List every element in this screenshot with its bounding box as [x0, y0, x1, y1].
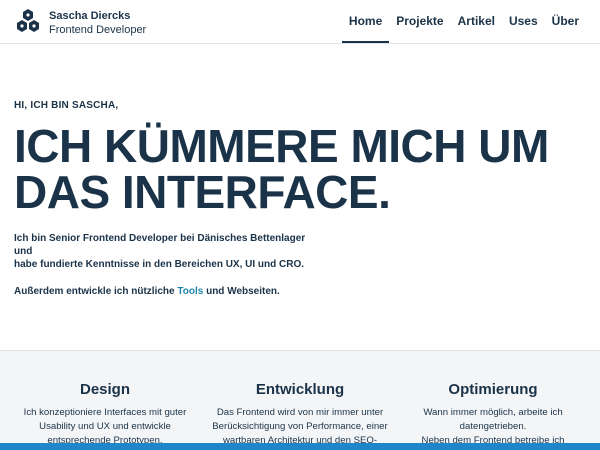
service-title: Design: [79, 381, 130, 398]
nav-item-projekte[interactable]: Projekte: [389, 0, 450, 44]
brand-text: Sascha Diercks Frontend Developer: [49, 8, 146, 37]
hero-intro-line-2: habe fundierte Kenntnisse in den Bereich…: [14, 259, 305, 270]
services-section: Design Ich konzeptioniere Interfaces mit…: [0, 350, 600, 450]
hero-title: ICH KÜMMERE MICH UM DAS INTERFACE.: [14, 123, 586, 215]
service-optimierung: Optimierung Wann immer möglich, arbeite …: [398, 381, 588, 448]
nav-item-home[interactable]: Home: [341, 0, 390, 44]
service-title: Entwicklung: [255, 381, 345, 398]
hero-eyebrow: HI, ICH BIN SASCHA,: [14, 100, 119, 111]
hero-title-line-1: ICH KÜMMERE MICH UM: [14, 120, 549, 172]
brand-name: Sascha Diercks: [49, 10, 131, 22]
service-text: Das Frontend wird von mir immer unter Be…: [205, 406, 395, 448]
hero-title-line-2: DAS INTERFACE.: [14, 166, 391, 218]
service-entwicklung: Entwicklung Das Frontend wird von mir im…: [205, 381, 395, 448]
bottom-accent-bar: [0, 443, 600, 450]
hero-intro: Ich bin Senior Frontend Developer bei Dä…: [14, 232, 324, 271]
service-text-line: Usability und UX und entwickle: [39, 421, 171, 432]
brand-role: Frontend Developer: [49, 24, 147, 36]
service-text: Wann immer möglich, arbeite ich datenget…: [398, 406, 588, 448]
service-text-line: Berücksichtigung von Performance, einer: [212, 421, 388, 432]
main-nav: Home Projekte Artikel Uses Über: [341, 0, 586, 44]
service-text-line: Wann immer möglich, arbeite ich: [423, 407, 563, 418]
nav-item-ueber[interactable]: Über: [545, 0, 586, 44]
hero-intro-line-1: Ich bin Senior Frontend Developer bei Dä…: [14, 233, 306, 257]
service-design: Design Ich konzeptioniere Interfaces mit…: [10, 381, 200, 448]
service-text-line: datengetrieben.: [459, 421, 527, 432]
service-text-line: Das Frontend wird von mir immer unter: [216, 407, 384, 418]
hero-more-prefix: Außerdem entwickle ich nützliche: [14, 286, 175, 297]
brand-home-link[interactable]: Sascha Diercks Frontend Developer: [14, 8, 146, 37]
nav-item-artikel[interactable]: Artikel: [451, 0, 502, 44]
service-title: Optimierung: [448, 381, 538, 398]
hexagon-cluster-logo-icon: [17, 9, 39, 32]
hero-more-suffix: und Webseiten.: [206, 286, 280, 297]
hero-more: Außerdem entwickle ich nützliche Tools u…: [14, 285, 586, 298]
tools-link[interactable]: Tools: [177, 286, 203, 297]
site-header: Sascha Diercks Frontend Developer Home P…: [0, 0, 600, 44]
service-text: Ich konzeptioniere Interfaces mit guter …: [10, 406, 200, 448]
service-text-line: Ich konzeptioniere Interfaces mit guter: [23, 407, 187, 418]
nav-item-uses[interactable]: Uses: [502, 0, 545, 44]
hero-section: HI, ICH BIN SASCHA, ICH KÜMMERE MICH UM …: [14, 100, 586, 298]
